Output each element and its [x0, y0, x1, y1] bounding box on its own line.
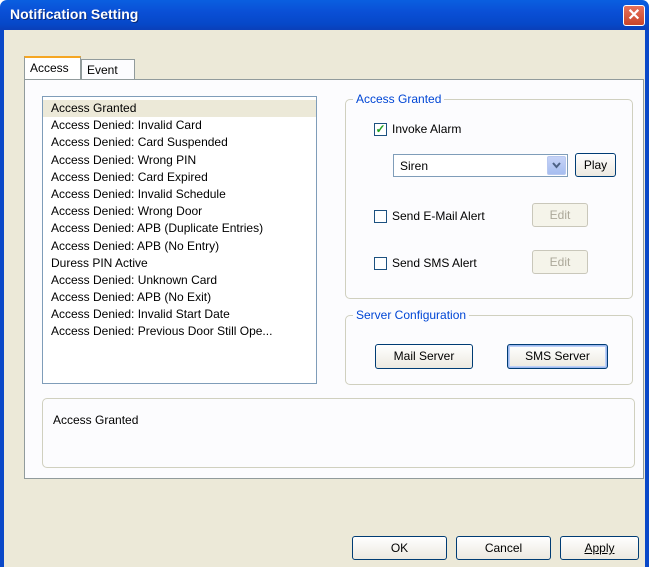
tab-panel-access: Access Granted Access Denied: Invalid Ca… [24, 79, 644, 479]
window-title: Notification Setting [10, 6, 139, 22]
list-item[interactable]: Duress PIN Active [43, 255, 316, 272]
server-configuration-group-title: Server Configuration [353, 308, 470, 322]
list-item[interactable]: Access Denied: Card Suspended [43, 134, 316, 151]
checkbox-box[interactable] [374, 209, 387, 223]
invoke-alarm-label: Invoke Alarm [392, 122, 462, 136]
list-item[interactable]: Access Denied: Invalid Card [43, 117, 316, 134]
title-bar: Notification Setting ✕ [0, 0, 649, 30]
list-item[interactable]: Access Denied: APB (No Exit) [43, 289, 316, 306]
email-alert-checkbox[interactable]: Send E-Mail Alert [374, 209, 485, 223]
dropdown-arrow[interactable] [547, 156, 566, 175]
list-item[interactable]: Access Denied: Previous Door Still Ope..… [43, 323, 316, 340]
cancel-button[interactable]: Cancel [456, 536, 551, 560]
close-icon: ✕ [627, 6, 641, 24]
email-edit-button[interactable]: Edit [532, 203, 588, 227]
description-box: Access Granted [42, 398, 635, 468]
list-item[interactable]: Access Denied: Card Expired [43, 169, 316, 186]
chevron-down-icon [552, 162, 561, 169]
invoke-alarm-checkbox[interactable]: ✓ Invoke Alarm [374, 122, 461, 136]
ok-button[interactable]: OK [352, 536, 447, 560]
mail-server-button[interactable]: Mail Server [375, 344, 473, 369]
sms-alert-checkbox[interactable]: Send SMS Alert [374, 256, 477, 270]
access-granted-group-title: Access Granted [353, 92, 445, 106]
close-button[interactable]: ✕ [623, 5, 645, 26]
list-item[interactable]: Access Denied: Invalid Schedule [43, 186, 316, 203]
sms-alert-label: Send SMS Alert [392, 256, 477, 270]
list-item[interactable]: Access Denied: Wrong Door [43, 203, 316, 220]
access-granted-group: Access Granted ✓ Invoke Alarm Siren Play… [345, 92, 633, 299]
apply-button[interactable]: Apply [560, 536, 639, 560]
dialog-body: Access Event Access Granted Access Denie… [0, 30, 649, 567]
event-listbox[interactable]: Access Granted Access Denied: Invalid Ca… [42, 96, 317, 384]
alarm-sound-value: Siren [400, 159, 429, 173]
list-item[interactable]: Access Denied: Invalid Start Date [43, 306, 316, 323]
play-button[interactable]: Play [575, 153, 616, 177]
server-configuration-group: Server Configuration Mail Server SMS Ser… [345, 308, 633, 385]
list-item[interactable]: Access Denied: Wrong PIN [43, 152, 316, 169]
list-item[interactable]: Access Denied: APB (Duplicate Entries) [43, 220, 316, 237]
email-alert-label: Send E-Mail Alert [392, 209, 485, 223]
tab-event[interactable]: Event [81, 59, 135, 81]
list-item[interactable]: Access Denied: Unknown Card [43, 272, 316, 289]
checkbox-box[interactable] [374, 256, 387, 270]
checkmark-icon: ✓ [375, 122, 386, 136]
list-item[interactable]: Access Granted [43, 100, 316, 118]
tab-access[interactable]: Access [24, 56, 81, 79]
list-item[interactable]: Access Denied: APB (No Entry) [43, 238, 316, 255]
alarm-sound-select[interactable]: Siren [393, 154, 568, 177]
description-text: Access Granted [53, 413, 139, 427]
sms-edit-button[interactable]: Edit [532, 250, 588, 274]
sms-server-button[interactable]: SMS Server [507, 344, 608, 369]
checkbox-box[interactable]: ✓ [374, 122, 387, 136]
